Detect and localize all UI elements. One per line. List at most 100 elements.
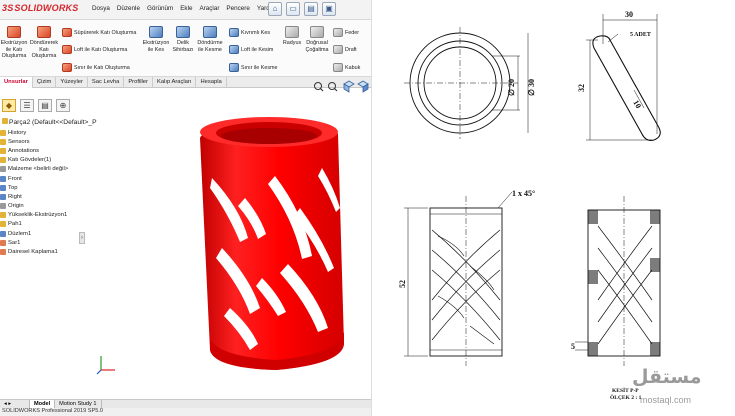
annotations-icon: [0, 147, 6, 154]
plane-icon: [0, 175, 6, 182]
history-icon: [0, 129, 6, 136]
dim-count-label: 5 ADET: [630, 32, 651, 38]
tree-item-right-plane[interactable]: Right: [0, 192, 90, 201]
linear-pattern-button[interactable]: Doğrusal Çoğaltma: [303, 26, 331, 53]
tab-weldments[interactable]: Profiller: [124, 77, 153, 88]
tab-evaluate[interactable]: Hesapla: [196, 77, 227, 88]
lofted-boss-button[interactable]: Loft ile Katı Oluşturma: [62, 45, 127, 54]
tree-item-origin[interactable]: Origin: [0, 202, 90, 211]
new-document-icon[interactable]: ▭: [286, 2, 300, 16]
dim-chamfer-label: 1 x 45°: [512, 189, 535, 198]
menu-window[interactable]: Pencere: [226, 5, 249, 12]
menu-view[interactable]: Görünüm: [147, 5, 173, 12]
dim-width-label: 30: [625, 10, 633, 19]
feature-manager-tabs: ◆ ☰ ▤ ⊕: [0, 96, 90, 114]
extrude-boss-button[interactable]: Ekstrüzyon ile Katı Oluşturma: [1, 26, 27, 60]
front-view: [404, 191, 513, 366]
revolve-cut-button[interactable]: Döndürme ile Kesme: [195, 26, 225, 53]
draft-button[interactable]: Draft: [333, 45, 357, 54]
tab-model[interactable]: Model: [30, 400, 56, 408]
boundary-cut-button[interactable]: Sınır ile Kesme: [229, 63, 278, 72]
section-title: KESİT P-P: [612, 388, 639, 394]
extrude-icon: [0, 212, 6, 219]
revolve-boss-icon: [37, 26, 51, 38]
extrude-cut-icon: [149, 26, 163, 38]
boundary-boss-button[interactable]: Sınır ile Katı Oluşturma: [62, 63, 130, 72]
wrap-icon: [0, 239, 6, 246]
tab-sheet-metal[interactable]: Sac Levha: [88, 77, 125, 88]
revolve-cut-icon: [203, 26, 217, 38]
boundary-cut-icon: [229, 63, 239, 72]
menu-insert[interactable]: Ekle: [180, 5, 192, 12]
fillet-icon: [285, 26, 299, 38]
feature-manager-icon[interactable]: ◆: [2, 98, 16, 112]
circular-pattern-icon: [0, 249, 6, 256]
extrude-cut-button[interactable]: Ekstrüzyon ile Kes: [141, 26, 171, 53]
tree-item-wrap[interactable]: Sar1: [0, 238, 90, 247]
hole-wizard-icon: [176, 26, 190, 38]
title-bar: 3SSOLIDWORKS Dosya Düzenle Görünüm Ekle …: [0, 0, 371, 20]
property-manager-icon[interactable]: ☰: [20, 98, 34, 112]
twisted-cylinder-part[interactable]: [200, 117, 344, 370]
quick-access-toolbar: ⌂ ▭ ▤ ▣: [268, 2, 336, 16]
dim-slot-label: 10: [631, 99, 643, 110]
technical-drawing: 30 5 ADET 32 10 ∅ 20 ∅ 30 1 x 45° 52 5: [398, 10, 661, 366]
lofted-cut-icon: [229, 45, 239, 54]
nav-arrows[interactable]: ◂ ▸: [0, 400, 30, 408]
revolve-boss-button[interactable]: Döndürerek Katı Oluşturma: [28, 26, 60, 60]
menu-file[interactable]: Dosya: [92, 5, 110, 12]
swept-boss-button[interactable]: Süpürerek Katı Oluşturma: [62, 28, 136, 37]
home-icon[interactable]: ⌂: [268, 2, 282, 16]
plane-icon: [0, 184, 6, 191]
dim-outer-diameter-label: ∅ 30: [527, 79, 536, 96]
tab-motion-study[interactable]: Motion Study 1: [55, 400, 102, 408]
reference-triad: [96, 356, 115, 375]
section-view: [575, 196, 661, 366]
plane-icon: [0, 230, 6, 237]
graphics-viewport[interactable]: [90, 88, 372, 400]
dim-height-small-label: 32: [577, 84, 586, 92]
tree-item-sensors[interactable]: Sensors: [0, 137, 90, 146]
watermark-arabic: مستقل: [632, 366, 702, 388]
fillet-button[interactable]: Radyus: [281, 26, 303, 47]
lofted-cut-button[interactable]: Loft ile Kesim: [229, 45, 273, 54]
feature-tree-root[interactable]: Parça2 (Default<<Default>_P: [2, 118, 97, 126]
rib-button[interactable]: Feder: [333, 28, 359, 37]
shell-button[interactable]: Kabuk: [333, 63, 360, 72]
tree-item-top-plane[interactable]: Top: [0, 183, 90, 192]
tab-mold-tools[interactable]: Kalıp Araçları: [153, 77, 197, 88]
dim-inner-diameter-label: ∅ 20: [507, 79, 516, 96]
tree-item-front-plane[interactable]: Front: [0, 174, 90, 183]
menu-bar: Dosya Düzenle Görünüm Ekle Araçlar Pence…: [92, 5, 277, 12]
swept-boss-icon: [62, 28, 72, 37]
tab-surfaces[interactable]: Yüzeyler: [56, 77, 88, 88]
menu-edit[interactable]: Düzenle: [117, 5, 140, 12]
swept-cut-button[interactable]: Kıvrımlı Kes: [229, 28, 270, 37]
tree-item-solid-bodies[interactable]: Katı Gövdeler(1): [0, 156, 90, 165]
tree-item-extrude[interactable]: Yükseklik-Ekstrüzyon1: [0, 211, 90, 220]
open-folder-icon[interactable]: ▤: [304, 2, 318, 16]
screen: 3SSOLIDWORKS Dosya Düzenle Görünüm Ekle …: [0, 0, 735, 416]
save-icon[interactable]: ▣: [322, 2, 336, 16]
tab-features[interactable]: Unsurlar: [0, 77, 33, 88]
solid-bodies-icon: [0, 157, 6, 164]
menu-tools[interactable]: Araçlar: [199, 5, 219, 12]
feature-tree: History Sensors Annotations Katı Gövdele…: [0, 128, 90, 257]
tree-item-history[interactable]: History: [0, 128, 90, 137]
lofted-boss-icon: [62, 45, 72, 54]
part-icon: [2, 118, 8, 124]
section-scale: ÖLÇEK 2 : 1: [610, 395, 642, 401]
tab-sketch[interactable]: Çizim: [33, 77, 57, 88]
configuration-manager-icon[interactable]: ▤: [38, 98, 52, 112]
hole-wizard-button[interactable]: Delik Sihirbazı: [171, 26, 195, 53]
tree-item-circular-pattern[interactable]: Dairesel Kaplama1: [0, 247, 90, 256]
command-manager-ribbon: Ekstrüzyon ile Katı Oluşturma Döndürerek…: [0, 20, 371, 77]
panel-collapse-handle[interactable]: ›: [79, 232, 85, 244]
tree-item-chamfer[interactable]: Pah1: [0, 220, 90, 229]
tree-item-annotations[interactable]: Annotations: [0, 146, 90, 155]
plane-icon: [0, 193, 6, 200]
tree-item-plane1[interactable]: Düzlem1: [0, 229, 90, 238]
solidworks-window: 3SSOLIDWORKS Dosya Düzenle Görünüm Ekle …: [0, 0, 372, 416]
dim-xpert-icon[interactable]: ⊕: [56, 98, 70, 112]
tree-item-material[interactable]: Malzeme <belirli değil>: [0, 165, 90, 174]
